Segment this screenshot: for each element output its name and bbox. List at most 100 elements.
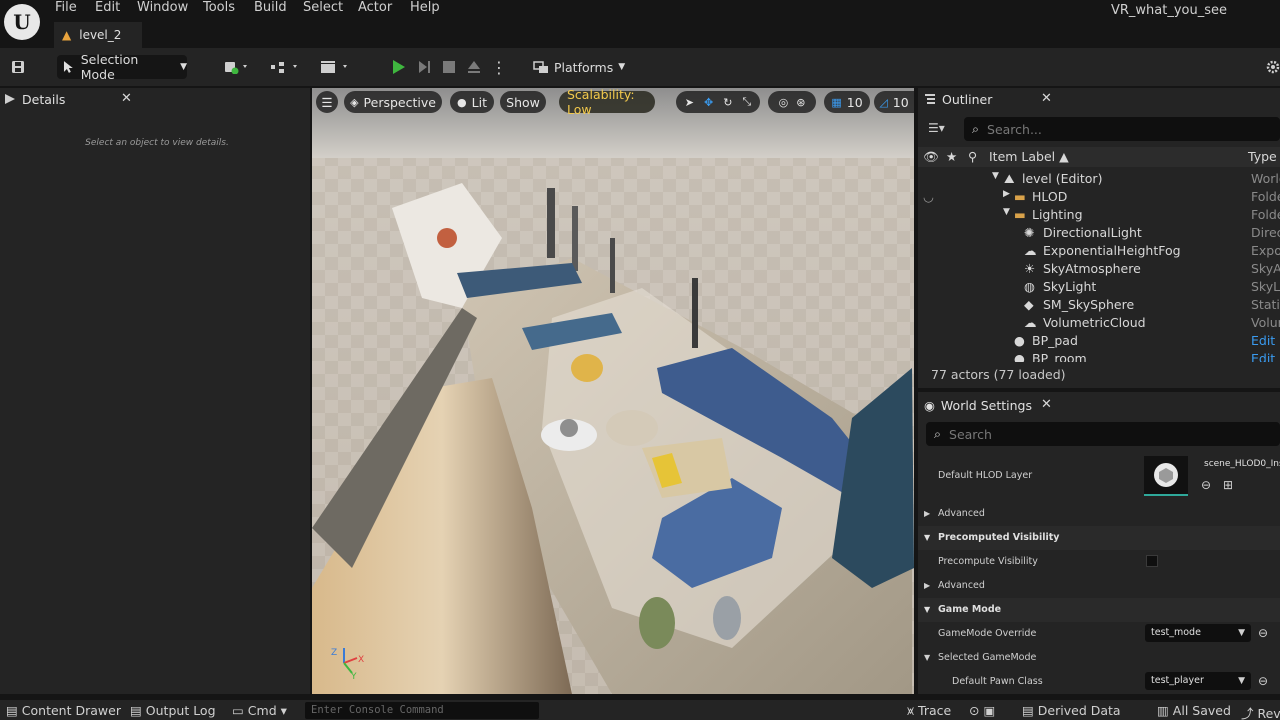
scalability-label: Scalability: Low — [567, 87, 635, 117]
precompute-visibility-row: Precompute Visibility — [918, 550, 1280, 574]
selection-mode-dropdown[interactable]: Selection Mode ▼ — [57, 52, 187, 82]
close-icon[interactable]: ✕ — [1041, 91, 1052, 106]
game-mode-section[interactable]: ▼ Game Mode — [918, 598, 1280, 622]
grid-snap-button[interactable]: ▦ 10 — [824, 91, 870, 113]
select-tool-icon[interactable]: ➤ — [685, 96, 694, 109]
gamemode-override-dropdown[interactable]: test_mode ▼ — [1145, 624, 1251, 642]
coordinate-tools: ◎ ⊛ — [768, 91, 816, 113]
more-options-icon[interactable]: ⋮ — [490, 55, 508, 79]
level-viewport[interactable] — [312, 88, 914, 694]
blueprint-icon[interactable] — [267, 55, 303, 79]
show-label: Show — [506, 94, 540, 110]
rotation-snap-button[interactable]: ◿ 10 — [874, 91, 914, 113]
all-saved-button[interactable]: ▥ All Saved — [1157, 703, 1231, 718]
surface-snap-icon[interactable]: ⊛ — [796, 96, 805, 109]
fog-icon: ☁ — [1024, 243, 1037, 258]
menu-tools[interactable]: Tools — [203, 0, 235, 18]
lit-button[interactable]: ● Lit — [450, 91, 494, 113]
chevron-down-icon: ▼ — [618, 62, 626, 72]
menu-actor[interactable]: Actor — [358, 0, 392, 18]
perspective-button[interactable]: ◈ Perspective — [344, 91, 442, 113]
menu-file[interactable]: File — [55, 0, 77, 18]
edit-blueprint-link[interactable]: Edit B — [1251, 351, 1280, 362]
tree-row[interactable]: ✺ DirectionalLight Direct — [918, 224, 1280, 242]
default-hlod-value[interactable]: scene_HLOD0_Ins — [1204, 459, 1280, 469]
menu-help[interactable]: Help — [410, 0, 440, 18]
edit-blueprint-link[interactable]: Edit B — [1251, 333, 1280, 348]
advanced-row[interactable]: ▶ Advanced — [918, 502, 1280, 526]
tree-row[interactable]: ◍ SkyLight SkyLi — [918, 278, 1280, 296]
tree-row[interactable]: ◆ SM_SkySphere Static — [918, 296, 1280, 314]
details-tab[interactable]: Details — [0, 88, 140, 110]
precomputed-visibility-section[interactable]: ▼ Precomputed Visibility — [918, 526, 1280, 550]
outliner-tab[interactable]: Outliner — [918, 88, 1058, 110]
derived-data-button[interactable]: ▤ Derived Data — [1022, 703, 1121, 718]
sky-light-icon: ◍ — [1024, 279, 1035, 294]
blueprint-actor-icon: ● — [1014, 351, 1025, 362]
level-tab[interactable]: ▲ level_2 — [54, 22, 142, 48]
viewport-menu-icon[interactable]: ☰ — [316, 91, 338, 113]
menu-select[interactable]: Select — [303, 0, 343, 18]
outliner-search-input[interactable]: ⌕ Search... — [964, 117, 1280, 141]
item-label-column-header[interactable]: Item Label ▲ — [989, 149, 1069, 164]
cmd-dropdown[interactable]: ▭ Cmd ▾ — [232, 703, 287, 718]
hlod-asset-thumbnail[interactable] — [1144, 456, 1188, 496]
visibility-eye-icon[interactable]: 👁 — [923, 149, 939, 165]
add-actor-icon[interactable] — [219, 55, 255, 79]
tree-row[interactable]: ▼ ⛰ level (Editor) World — [918, 170, 1280, 188]
revision-control-button[interactable]: ⤴ Rev — [1241, 703, 1280, 720]
folder-open-icon: ▬ — [1014, 207, 1026, 222]
axis-x-label: X — [358, 655, 365, 665]
content-drawer-button[interactable]: ▤ Content Drawer — [6, 703, 121, 718]
step-forward-icon[interactable] — [412, 55, 436, 79]
translate-tool-icon[interactable]: ✥ — [704, 96, 713, 109]
grid-icon: ▦ — [831, 95, 842, 109]
menu-build[interactable]: Build — [254, 0, 287, 18]
browse-icon[interactable]: ⊖ — [1258, 626, 1268, 640]
console-command-input[interactable]: Enter Console Command — [305, 702, 539, 719]
pin-icon[interactable]: ⚲ — [968, 149, 977, 164]
tree-row[interactable]: ☀ SkyAtmosphere SkyAt — [918, 260, 1280, 278]
eject-icon[interactable] — [463, 55, 485, 79]
default-pawn-class-dropdown[interactable]: test_player ▼ — [1145, 672, 1251, 690]
tree-row[interactable]: ☁ ExponentialHeightFog Expon — [918, 242, 1280, 260]
visibility-icon[interactable]: ◡ — [923, 189, 934, 204]
platforms-dropdown[interactable]: Platforms ▼ — [533, 55, 628, 79]
settings-gear-icon[interactable] — [1266, 55, 1280, 79]
search-icon: ⌕ — [972, 121, 980, 136]
close-icon[interactable]: ✕ — [121, 91, 132, 106]
world-settings-search-input[interactable]: ⌕ Search — [926, 422, 1280, 446]
tree-row[interactable]: ● BP_room Edit B — [918, 350, 1280, 362]
tree-row[interactable]: ☁ VolumetricCloud Volum — [918, 314, 1280, 332]
close-icon[interactable]: ✕ — [1041, 397, 1052, 412]
precompute-visibility-checkbox[interactable] — [1146, 555, 1158, 567]
scalability-button[interactable]: Scalability: Low — [559, 87, 655, 117]
menu-edit[interactable]: Edit — [95, 0, 120, 18]
output-log-button[interactable]: ▤ Output Log — [130, 703, 216, 718]
stop-icon[interactable] — [438, 55, 460, 79]
unreal-logo-icon[interactable]: U — [4, 4, 40, 40]
show-button[interactable]: Show — [500, 91, 546, 113]
play-icon[interactable] — [385, 55, 411, 79]
tree-row[interactable]: ▼ ▬ Lighting Folder — [918, 206, 1280, 224]
menu-window[interactable]: Window — [137, 0, 188, 18]
save-icon[interactable] — [8, 55, 28, 79]
filter-icon[interactable]: ☰▾ — [928, 121, 945, 135]
game-mode-label: Game Mode — [938, 604, 1002, 615]
advanced-row[interactable]: ▶ Advanced — [918, 574, 1280, 598]
browse-icon[interactable]: ⊞ — [1223, 478, 1233, 492]
type-column-header[interactable]: Type — [1248, 149, 1277, 164]
tree-row[interactable]: ◡ ▶ ▬ HLOD Folder — [918, 188, 1280, 206]
world-settings-tab[interactable]: ◉ World Settings — [918, 394, 1058, 416]
trace-button[interactable]: ⩙ Trace — [907, 703, 951, 719]
scale-tool-icon[interactable]: ⤡ — [742, 95, 751, 109]
cinematics-icon[interactable] — [317, 55, 353, 79]
star-icon[interactable]: ★ — [946, 149, 957, 164]
world-icon[interactable]: ◎ — [779, 96, 789, 109]
status-icons[interactable]: ⊙ ▣ — [969, 703, 995, 718]
use-selected-icon[interactable]: ⊖ — [1201, 478, 1211, 492]
rotate-tool-icon[interactable]: ↻ — [723, 96, 732, 109]
browse-icon[interactable]: ⊖ — [1258, 674, 1268, 688]
tree-row[interactable]: ● BP_pad Edit B — [918, 332, 1280, 350]
selected-gamemode-row[interactable]: ▼ Selected GameMode — [918, 646, 1280, 670]
